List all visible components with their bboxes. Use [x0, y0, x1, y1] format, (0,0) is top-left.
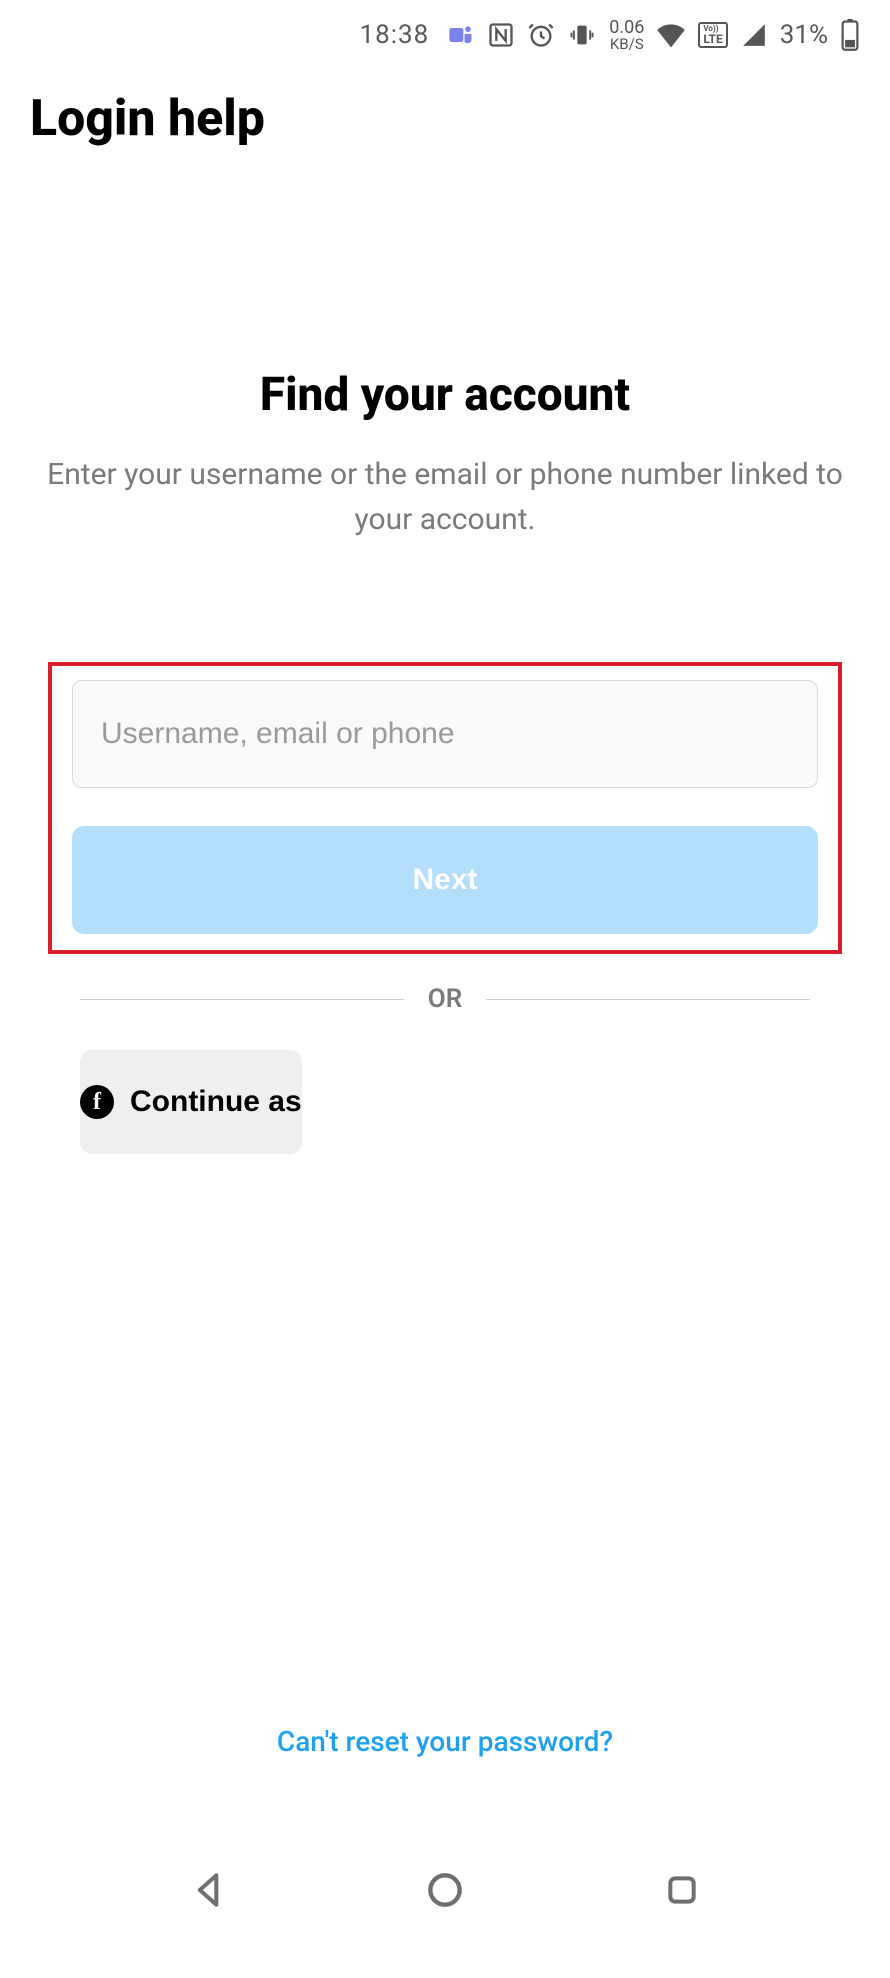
nav-home-button[interactable]: [417, 1862, 473, 1918]
status-time: 18:38: [360, 20, 430, 50]
battery-percent: 31%: [780, 20, 828, 50]
vibrate-icon: [567, 21, 597, 49]
divider-label: OR: [428, 984, 462, 1014]
cant-reset-password-link[interactable]: Can't reset your password?: [277, 1725, 613, 1758]
page-title: Login help: [30, 90, 860, 148]
intro-title: Find your account: [40, 368, 850, 422]
network-speed-value: 0.06: [609, 19, 644, 37]
or-divider: OR: [80, 984, 810, 1014]
cellular-signal-icon: [740, 22, 768, 48]
next-button[interactable]: Next: [72, 826, 818, 934]
volte-indicator: Vo)) LTE: [698, 22, 727, 48]
teams-icon: [447, 21, 475, 49]
facebook-button-label: Continue as: [130, 1085, 302, 1119]
divider-line-right: [486, 999, 810, 1000]
continue-with-facebook-button[interactable]: f Continue as: [80, 1050, 302, 1154]
intro-description: Enter your username or the email or phon…: [40, 452, 850, 542]
intro-section: Find your account Enter your username or…: [0, 368, 890, 542]
network-speed-indicator: 0.06 KB/S: [609, 19, 644, 52]
facebook-icon: f: [80, 1085, 114, 1119]
status-bar: 18:38 0.06 KB/S Vo)) LTE 31%: [0, 0, 890, 70]
wifi-icon: [656, 22, 686, 48]
divider-line-left: [80, 999, 404, 1000]
highlighted-form-area: Next: [48, 662, 842, 954]
nav-back-button[interactable]: [181, 1862, 237, 1918]
network-speed-unit: KB/S: [609, 37, 644, 52]
nfc-icon: [487, 21, 515, 49]
alarm-icon: [527, 21, 555, 49]
app-header: Login help: [0, 70, 890, 148]
footer-help: Can't reset your password?: [0, 1725, 890, 1758]
system-nav-bar: [0, 1830, 890, 1950]
username-email-phone-input[interactable]: [72, 680, 818, 788]
nav-recents-button[interactable]: [654, 1862, 710, 1918]
battery-icon: [840, 19, 860, 51]
